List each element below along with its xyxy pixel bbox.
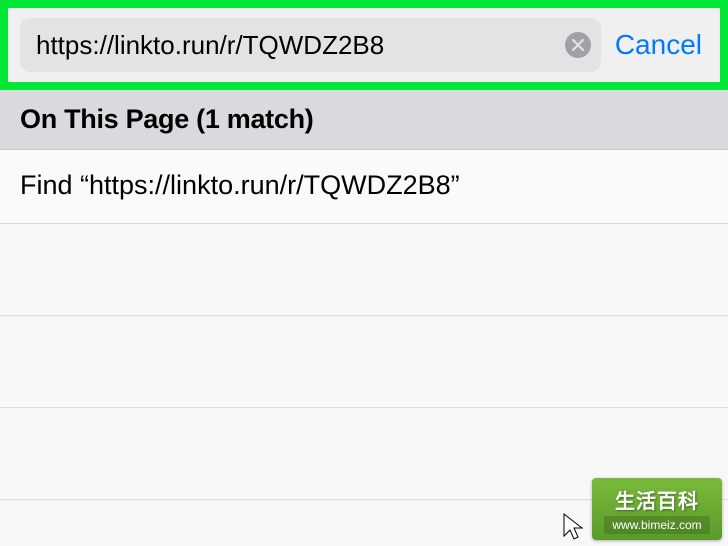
cursor-icon [562,512,586,542]
clear-icon[interactable] [565,32,591,58]
search-field[interactable] [20,18,601,72]
cancel-button[interactable]: Cancel [615,29,708,61]
watermark-badge: 生活百科 www.bimeiz.com [592,478,722,540]
find-on-page-row[interactable]: Find “https://linkto.run/r/TQWDZ2B8” [0,150,728,224]
search-input[interactable] [36,30,565,61]
find-text: Find “https://linkto.run/r/TQWDZ2B8” [20,170,708,201]
watermark-url: www.bimeiz.com [604,516,709,534]
list-item [0,316,728,408]
watermark-brand: 生活百科 [615,485,699,514]
section-header: On This Page (1 match) [0,90,728,150]
list-item [0,224,728,316]
section-title: On This Page (1 match) [20,104,708,135]
search-bar-container: Cancel [0,0,728,90]
